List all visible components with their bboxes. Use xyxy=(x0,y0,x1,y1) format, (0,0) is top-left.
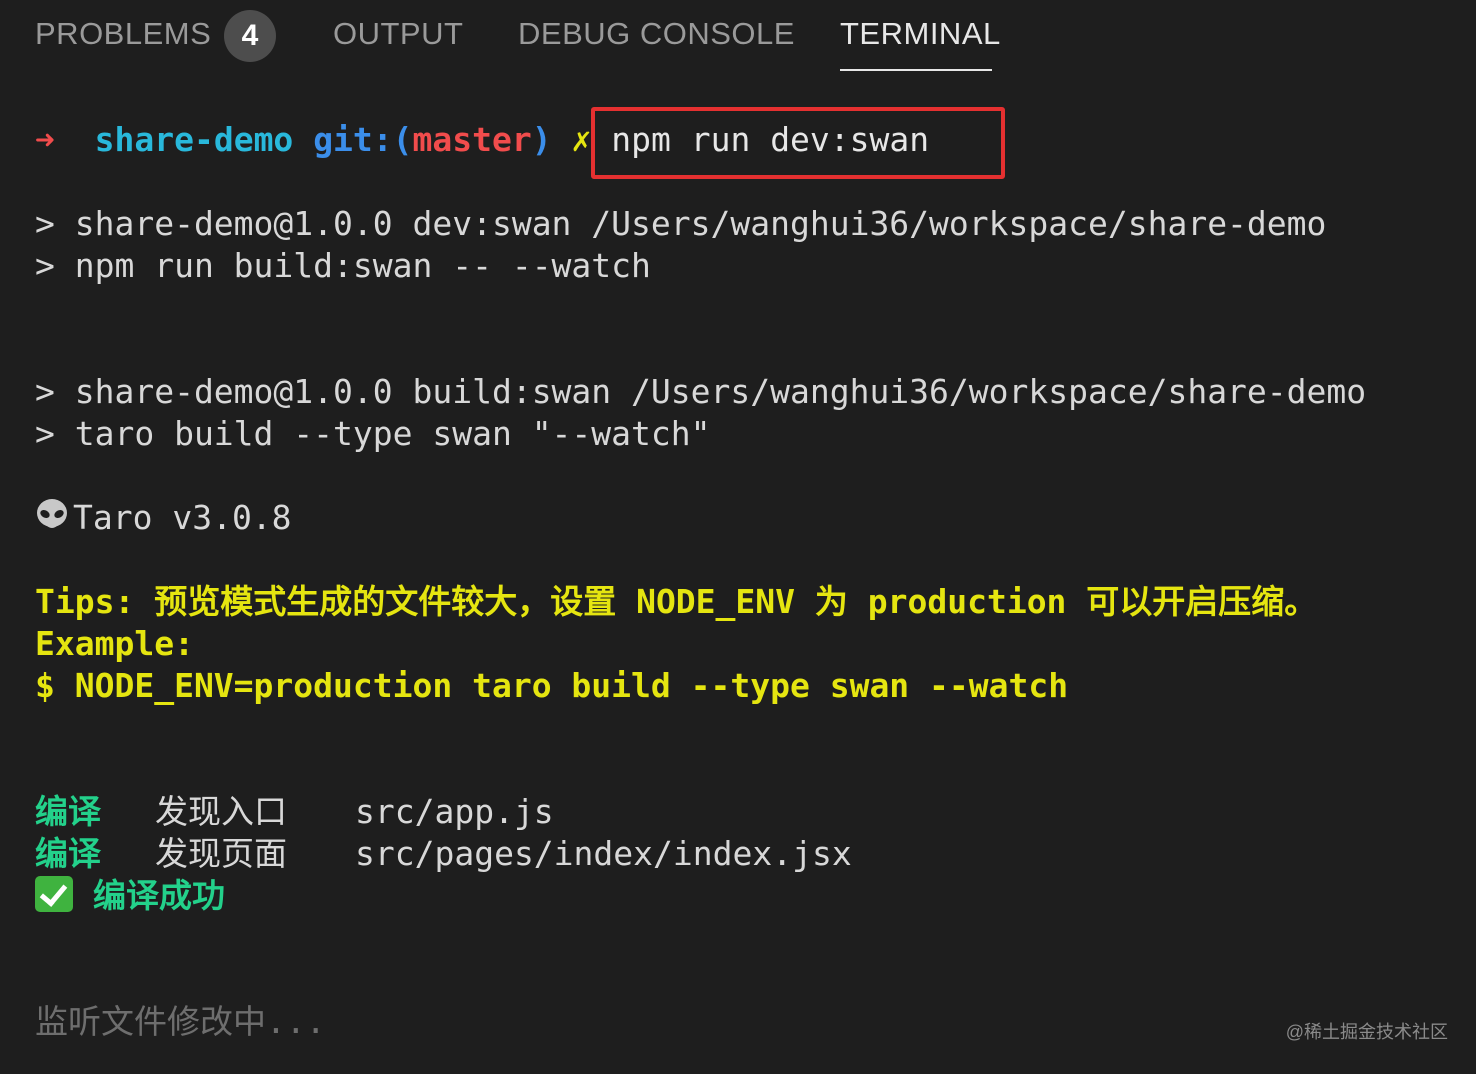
example-label: Example: xyxy=(35,624,194,663)
prompt-git-suffix: ) xyxy=(531,120,552,159)
tab-debug-console[interactable]: DEBUG CONSOLE xyxy=(518,14,795,54)
prompt-git-prefix: git:( xyxy=(313,120,413,159)
tab-terminal[interactable]: TERMINAL xyxy=(840,14,1001,54)
prompt-arrow-icon: ➜ xyxy=(35,120,55,159)
tab-output[interactable]: OUTPUT xyxy=(333,14,463,54)
command-highlight-box xyxy=(591,107,1005,179)
output-line-3: > share-demo@1.0.0 build:swan /Users/wan… xyxy=(35,372,1367,411)
watching-status: 监听文件修改中... xyxy=(35,1002,326,1041)
compile-path: src/pages/index/index.jsx xyxy=(355,834,852,873)
check-icon xyxy=(35,876,73,912)
example-command: $ NODE_ENV=production taro build --type … xyxy=(35,666,1069,705)
compile-success-line: 编译成功 xyxy=(35,875,225,917)
compile-action: 发现页面 xyxy=(155,834,287,873)
tab-problems[interactable]: PROBLEMS xyxy=(35,14,211,54)
tips-line: Tips: 预览模式生成的文件较大，设置 NODE_ENV 为 producti… xyxy=(35,582,1318,621)
compile-label: 编译 xyxy=(35,834,101,873)
taro-version-line: Taro v3.0.8 xyxy=(35,497,292,539)
taro-version: Taro v3.0.8 xyxy=(73,498,292,537)
output-line-1: > share-demo@1.0.0 dev:swan /Users/wangh… xyxy=(35,204,1327,243)
compile-path: src/app.js xyxy=(355,792,554,831)
panel-tab-bar: PROBLEMS 4 OUTPUT DEBUG CONSOLE TERMINAL xyxy=(0,0,1476,74)
compile-action: 发现入口 xyxy=(155,792,287,831)
dirty-mark-icon: ✗ xyxy=(571,120,592,159)
compile-entry-line: 编译 发现入口 src/app.js xyxy=(35,791,554,833)
compile-label: 编译 xyxy=(35,792,101,831)
watermark: @稀土掘金技术社区 xyxy=(1285,1022,1448,1042)
problems-count-badge: 4 xyxy=(224,10,276,62)
compile-page-line: 编译 发现页面 src/pages/index/index.jsx xyxy=(35,833,852,875)
output-line-4: > taro build --type swan "--watch" xyxy=(35,414,711,453)
prompt-branch: master xyxy=(412,120,532,159)
prompt-directory: share-demo xyxy=(94,120,294,159)
compile-success-text: 编译成功 xyxy=(93,876,225,915)
active-tab-indicator xyxy=(840,69,992,71)
alien-icon xyxy=(37,499,67,528)
output-line-2: > npm run build:swan -- --watch xyxy=(35,246,651,285)
